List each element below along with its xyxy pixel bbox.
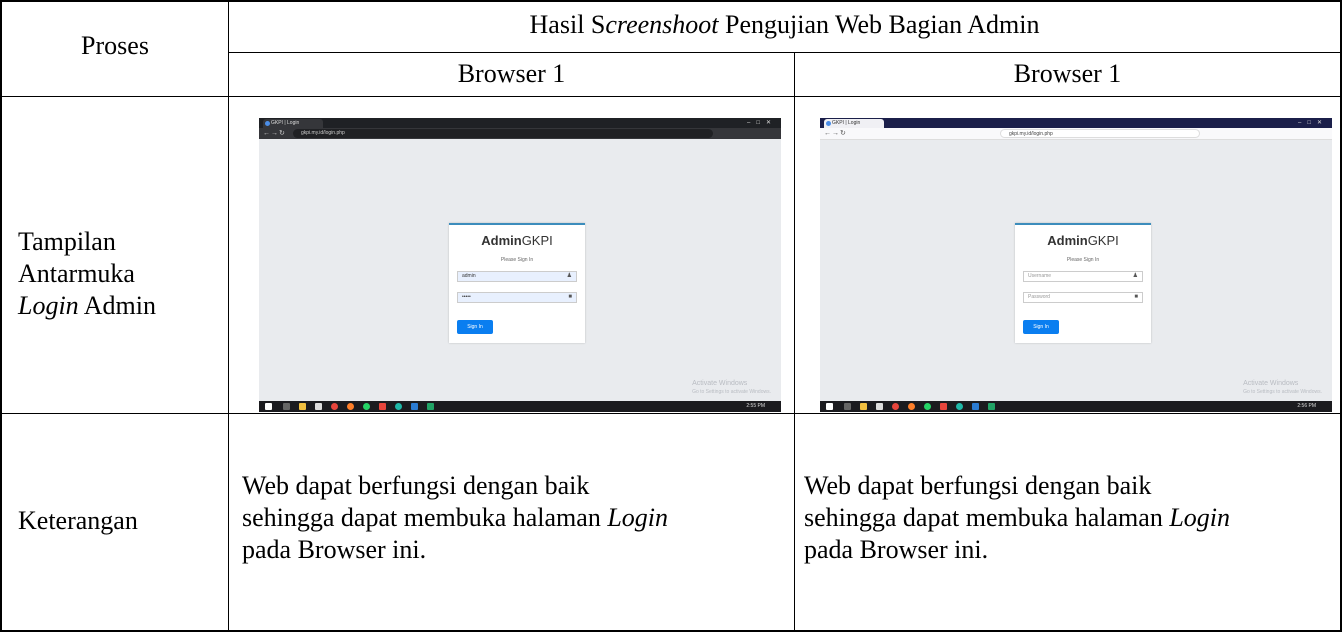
excel-icon xyxy=(988,403,995,410)
login-brand: AdminGKPI xyxy=(1047,233,1119,248)
lock-icon: ■ xyxy=(568,294,572,300)
whatsapp-icon xyxy=(363,403,370,410)
table-divider-col2 xyxy=(794,52,795,632)
browser-tab: GKPI | Login xyxy=(824,119,884,128)
firefox-icon xyxy=(347,403,354,410)
favicon-icon xyxy=(265,121,270,126)
keterangan-browser-1: Web dapat berfungsi dengan baik sehingga… xyxy=(242,471,669,564)
windows-start-icon xyxy=(826,403,833,410)
file-explorer-icon xyxy=(299,403,306,410)
back-icon: ← xyxy=(824,130,831,137)
activate-windows-watermark: Activate Windows Go to Settings to activa… xyxy=(692,380,771,395)
browser-tab-bar: GKPI | Login –□✕ xyxy=(820,118,1332,128)
table-divider-subheader xyxy=(228,52,1342,53)
header-browser-1: Browser 1 xyxy=(457,59,566,88)
table-divider-row1 xyxy=(0,413,1342,414)
favicon-icon xyxy=(826,121,831,126)
app-icon xyxy=(379,403,386,410)
windows-start-icon xyxy=(265,403,272,410)
forward-icon: → xyxy=(832,130,839,137)
user-icon: ♟ xyxy=(566,273,572,279)
table-border-top xyxy=(0,0,1342,2)
user-icon: ♟ xyxy=(1132,273,1138,279)
login-brand: AdminGKPI xyxy=(481,233,553,248)
store-icon xyxy=(315,403,322,410)
username-field: Username ♟ xyxy=(1023,271,1143,282)
password-field: Password ■ xyxy=(1023,292,1143,303)
windows-taskbar: 2:55 PM xyxy=(259,401,781,412)
firefox-icon xyxy=(908,403,915,410)
file-explorer-icon xyxy=(860,403,867,410)
whatsapp-icon xyxy=(924,403,931,410)
url-field: gkpi.my.id/login.php xyxy=(293,129,713,138)
row-label-login: Tampilan Antarmuka Login Admin xyxy=(18,227,156,320)
header-browser-2: Browser 1 xyxy=(1013,59,1122,88)
taskbar-clock: 2:56 PM xyxy=(1297,403,1316,409)
sign-in-button: Sign In xyxy=(1023,320,1059,334)
browser-tab: GKPI | Login xyxy=(263,119,323,128)
word-icon xyxy=(972,403,979,410)
excel-icon xyxy=(427,403,434,410)
url-field: gkpi.my.id/login.php xyxy=(1000,129,1200,138)
reload-icon: ↻ xyxy=(840,130,846,137)
table-border-left xyxy=(0,0,2,632)
sign-in-button: Sign In xyxy=(457,320,493,334)
screenshot-browser-2: GKPI | Login –□✕ ← → ↻ gkpi.my.id/login.… xyxy=(820,118,1332,412)
row-label-keterangan: Keterangan xyxy=(18,506,138,535)
word-icon xyxy=(411,403,418,410)
app-icon-2 xyxy=(956,403,963,410)
keterangan-browser-2: Web dapat berfungsi dengan baik sehingga… xyxy=(804,471,1231,564)
table-divider-col1 xyxy=(228,0,229,632)
store-icon xyxy=(876,403,883,410)
search-icon xyxy=(844,403,851,410)
browser-tab-bar: GKPI | Login –□✕ xyxy=(259,118,781,128)
windows-taskbar: 2:56 PM xyxy=(820,401,1332,412)
header-main: Hasil Screenshoot Pengujian Web Bagian A… xyxy=(529,10,1040,39)
login-message: Please Sign In xyxy=(1066,257,1100,263)
login-card: AdminGKPI Please Sign In admin ♟ ••••• ■ S… xyxy=(449,223,585,343)
search-icon xyxy=(283,403,290,410)
app-icon-2 xyxy=(395,403,402,410)
activate-windows-watermark: Activate Windows Go to Settings to activa… xyxy=(1243,380,1322,395)
address-bar: ← → ↻ gkpi.my.id/login.php xyxy=(259,128,781,139)
login-message: Please Sign In xyxy=(500,257,534,263)
login-card: AdminGKPI Please Sign In Username ♟ Passw… xyxy=(1015,223,1151,343)
app-icon xyxy=(940,403,947,410)
password-field: ••••• ■ xyxy=(457,292,577,303)
reload-icon: ↻ xyxy=(279,130,285,137)
lock-icon: ■ xyxy=(1134,294,1138,300)
forward-icon: → xyxy=(271,130,278,137)
header-proses: Proses xyxy=(81,31,149,60)
table-divider-header xyxy=(0,96,1342,97)
taskbar-clock: 2:55 PM xyxy=(746,403,765,409)
back-icon: ← xyxy=(263,130,270,137)
window-controls: –□✕ xyxy=(747,120,777,126)
address-bar: ← → ↻ gkpi.my.id/login.php xyxy=(820,128,1332,140)
screenshot-browser-1: GKPI | Login –□✕ ← → ↻ gkpi.my.id/login.… xyxy=(259,118,781,412)
window-controls: –□✕ xyxy=(1298,120,1328,126)
chrome-icon xyxy=(331,403,338,410)
username-field: admin ♟ xyxy=(457,271,577,282)
chrome-icon xyxy=(892,403,899,410)
